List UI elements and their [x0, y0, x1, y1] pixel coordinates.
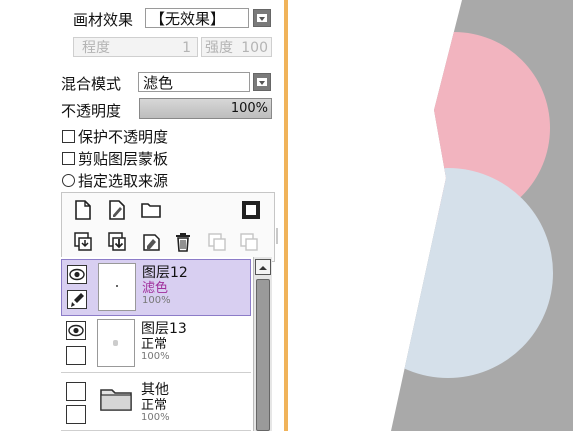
- opacity-value: 100%: [230, 101, 268, 116]
- texture-value: 【无效果】: [150, 10, 226, 28]
- opacity-slider[interactable]: 100%: [139, 98, 272, 119]
- canvas-artwork: [288, 0, 573, 431]
- layer-row-12[interactable]: 图层12 滤色 100%: [61, 259, 251, 316]
- protect-alpha-label: 保护不透明度: [78, 128, 169, 146]
- selection-source-label: 指定选取来源: [78, 172, 169, 190]
- delete-layer-icon[interactable]: [172, 231, 194, 253]
- brush-icon[interactable]: [67, 290, 87, 309]
- texture-label: 画材效果: [73, 11, 134, 29]
- layer-folder-other[interactable]: 其他 正常 100%: [61, 374, 251, 431]
- layer-blend-mode: 滤色: [142, 281, 169, 296]
- layer-row-13[interactable]: 图层13 正常 100%: [61, 316, 251, 373]
- eye-icon[interactable]: [66, 321, 86, 340]
- layer-toolbox: [61, 192, 275, 262]
- folder-icon: [99, 386, 133, 416]
- merge-down-icon[interactable]: [106, 231, 128, 253]
- strength-value: 100: [241, 40, 268, 56]
- clip-mask-checkbox[interactable]: [62, 152, 75, 165]
- layer-blend-mode: 正常: [141, 398, 168, 413]
- blend-mode-label: 混合模式: [61, 75, 122, 93]
- layer-thumbnail: [98, 263, 136, 311]
- new-linework-layer-icon[interactable]: [106, 199, 128, 221]
- degree-label: 程度: [82, 40, 110, 56]
- canvas[interactable]: [288, 0, 573, 431]
- layer-opacity: 100%: [141, 412, 170, 423]
- scroll-thumb[interactable]: [256, 279, 270, 431]
- layer-edit-toggle[interactable]: [66, 346, 86, 365]
- strength-label: 强度: [205, 40, 233, 56]
- layer-panel: 画材效果 【无效果】 程度 1 强度 100 混合模式 滤色 不透明度 100%…: [0, 0, 284, 431]
- protect-alpha-checkbox[interactable]: [62, 130, 75, 143]
- new-folder-icon[interactable]: [140, 199, 162, 221]
- degree-field: 程度 1: [73, 37, 198, 57]
- clear-layer-icon[interactable]: [140, 231, 162, 253]
- eye-icon[interactable]: [67, 265, 87, 284]
- new-layer-icon[interactable]: [72, 199, 94, 221]
- blend-mode-value: 滤色: [143, 74, 174, 92]
- scroll-up-arrow-icon[interactable]: [255, 259, 271, 275]
- degree-value: 1: [182, 40, 191, 56]
- layer-mask-icon[interactable]: [240, 199, 262, 221]
- transfer-down-icon[interactable]: [72, 231, 94, 253]
- texture-select[interactable]: 【无效果】: [145, 8, 249, 28]
- blend-mode-select[interactable]: 滤色: [138, 72, 250, 92]
- disabled-tool-icon-2: [238, 231, 260, 253]
- layer-scrollbar[interactable]: [253, 257, 272, 431]
- layer-edit-toggle[interactable]: [66, 405, 86, 424]
- opacity-label: 不透明度: [61, 102, 122, 120]
- panel-splitter-handle[interactable]: [276, 228, 278, 244]
- layer-name: 图层12: [142, 265, 188, 281]
- layer-thumbnail: [97, 319, 135, 367]
- blend-dropdown-arrow-icon[interactable]: [253, 73, 271, 91]
- layer-opacity: 100%: [141, 351, 170, 362]
- selection-source-radio[interactable]: [62, 174, 75, 187]
- layer-name: 图层13: [141, 321, 187, 337]
- layer-list: 图层12 滤色 100% 图层13 正常 100% 其他 正常 100%: [61, 257, 253, 431]
- visibility-toggle[interactable]: [66, 382, 86, 401]
- layer-name: 其他: [141, 382, 169, 398]
- clip-mask-label: 剪贴图层蒙板: [78, 150, 169, 168]
- disabled-tool-icon: [206, 231, 228, 253]
- layer-opacity: 100%: [142, 295, 171, 306]
- layer-blend-mode: 正常: [141, 337, 168, 352]
- texture-dropdown-arrow-icon[interactable]: [253, 9, 271, 27]
- strength-field: 强度 100: [201, 37, 272, 57]
